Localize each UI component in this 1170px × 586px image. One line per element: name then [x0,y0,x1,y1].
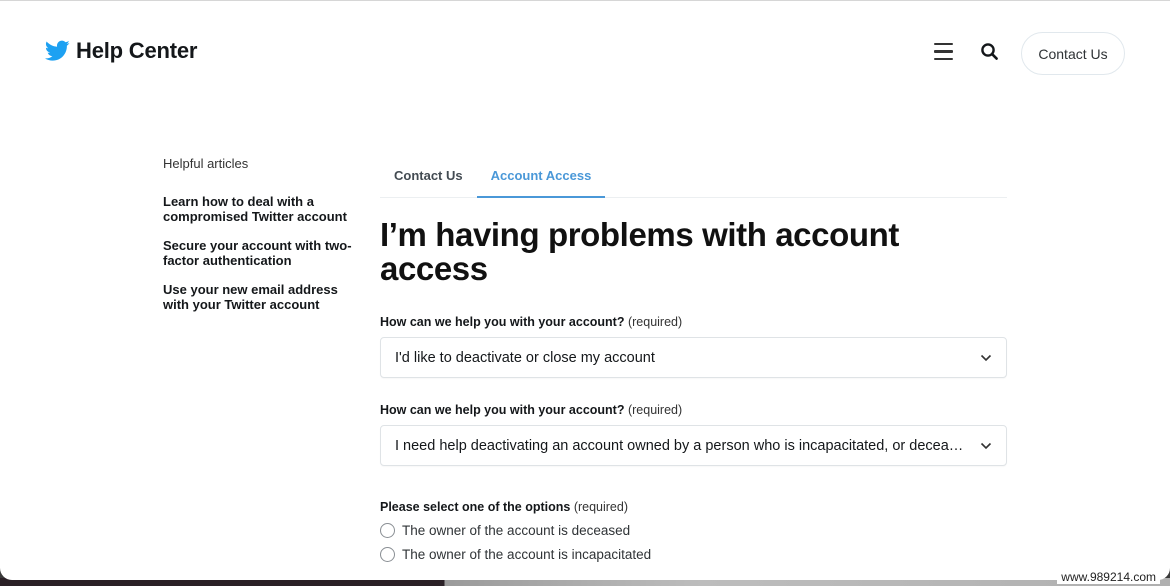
site-header: Help Center Contact Us [0,1,1170,101]
main-form: I’m having problems with account access … [380,218,1007,562]
owner-status-radio-group: Please select one of the options (requir… [380,500,1007,562]
radio-group-label-text: Please select one of the options [380,500,571,514]
field-label: How can we help you with your account? (… [380,315,1007,329]
hamburger-menu-icon[interactable] [934,43,954,61]
sidebar-title: Helpful articles [163,156,249,171]
field-label-text: How can we help you with your account? [380,403,625,417]
chevron-down-icon [980,442,992,449]
logo-link[interactable]: Help Center [45,38,197,64]
required-note: (required) [627,315,683,329]
article-link-compromised-account[interactable]: Learn how to deal with a compromised Twi… [163,194,363,224]
article-link-new-email[interactable]: Use your new email address with your Twi… [163,282,363,312]
helpful-articles-sidebar: Helpful articles Learn how to deal with … [163,156,363,326]
radio-option-incapacitated[interactable]: The owner of the account is incapacitate… [380,547,1007,562]
field-label-text: How can we help you with your account? [380,315,625,329]
site-title: Help Center [76,38,198,63]
radio-label: The owner of the account is incapacitate… [402,547,652,562]
field-help-subtype: How can we help you with your account? (… [380,403,1007,466]
search-icon[interactable] [980,42,1000,62]
select-value: I need help deactivating an account owne… [395,437,970,454]
radio-group-label: Please select one of the options (requir… [380,500,1007,514]
form-tabs: Contact Us Account Access [380,158,1007,198]
required-note: (required) [627,403,683,417]
help-subtype-select[interactable]: I need help deactivating an account owne… [380,425,1007,466]
radio-option-deceased[interactable]: The owner of the account is deceased [380,523,1007,538]
select-value: I'd like to deactivate or close my accou… [395,349,655,366]
watermark-text: www.989214.com [1057,570,1160,584]
chevron-down-icon [980,354,992,361]
page-title: I’m having problems with account access [380,216,899,287]
twitter-bird-icon [45,40,70,61]
radio-button[interactable] [380,547,395,562]
field-label: How can we help you with your account? (… [380,403,1007,417]
help-center-page: Help Center Contact Us Helpful articles … [0,0,1170,580]
help-type-select[interactable]: I'd like to deactivate or close my accou… [380,337,1007,378]
tab-contact-us[interactable]: Contact Us [380,158,477,198]
contact-us-button[interactable]: Contact Us [1021,32,1125,75]
field-help-type: How can we help you with your account? (… [380,315,1007,378]
tab-account-access[interactable]: Account Access [476,158,606,198]
radio-button[interactable] [380,523,395,538]
radio-label: The owner of the account is deceased [402,523,631,538]
article-link-two-factor[interactable]: Secure your account with two-factor auth… [163,238,363,268]
required-note: (required) [573,500,628,514]
